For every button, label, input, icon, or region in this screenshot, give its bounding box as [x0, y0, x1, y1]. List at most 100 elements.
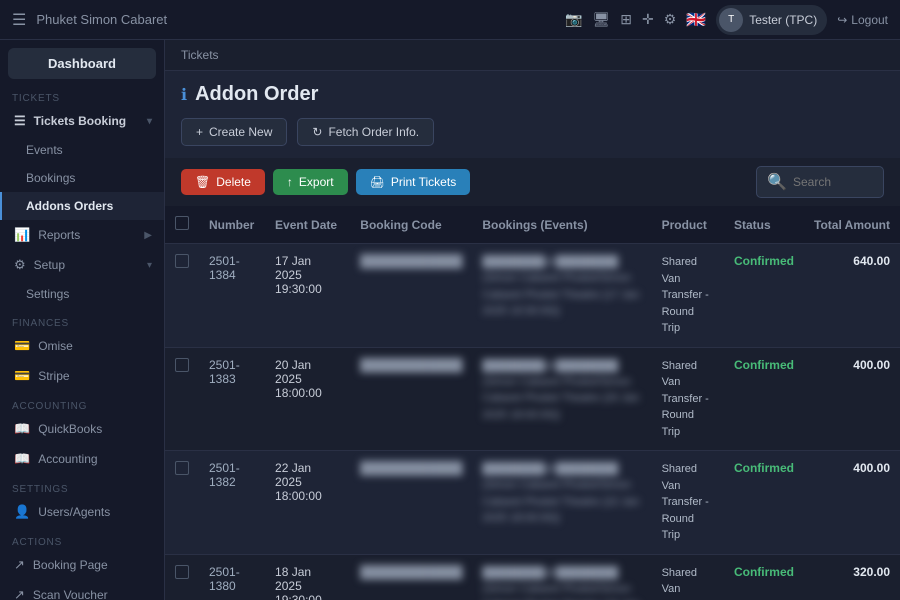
delete-button[interactable]: 🗑 Delete [181, 169, 265, 195]
sidebar-item-reports[interactable]: 📊 Reports ▶ [0, 220, 164, 250]
sidebar-item-bookings[interactable]: Bookings [0, 164, 164, 192]
sidebar-item-users-agents[interactable]: 👤 Users/Agents [0, 497, 164, 527]
row-booking-code: ████████████ [350, 451, 472, 555]
row-event-date: 17 Jan 2025 19:30:00 [265, 244, 350, 348]
users-icon: 👤 [14, 504, 30, 520]
row-total-amount: 320.00 [804, 554, 900, 600]
export-button[interactable]: ↑ Export [273, 169, 348, 195]
monitor-icon[interactable]: 🖥 [592, 11, 610, 28]
settings-icon[interactable]: ⚙ [664, 11, 677, 28]
topbar: ☰ Phuket Simon Cabaret 📷 🖥 ⊞ ✛ ⚙ 🇬🇧 T Te… [0, 0, 900, 40]
row-product: Shared Van Transfer - Round Trip [652, 244, 724, 348]
select-all-checkbox[interactable] [175, 216, 189, 230]
row-checkbox[interactable] [175, 358, 189, 372]
sidebar-item-addons-orders[interactable]: Addons Orders [0, 192, 164, 220]
row-booking-code: ████████████ [350, 347, 472, 451]
action-bar: + Create New ↻ Fetch Order Info. [165, 114, 900, 158]
chevron-icon: ▾ [147, 116, 152, 127]
page-title: Addon Order [195, 83, 318, 106]
search-icon: 🔍 [767, 172, 787, 192]
export-icon: ↑ [287, 175, 293, 189]
layout: Dashboard Tickets ☰ Tickets Booking ▾ Ev… [0, 40, 900, 600]
table-row: 2501-1384 17 Jan 2025 19:30:00 █████████… [165, 244, 900, 348]
row-checkbox[interactable] [175, 254, 189, 268]
sidebar-item-accounting[interactable]: 📖 Accounting [0, 444, 164, 474]
sidebar-item-tickets-booking[interactable]: ☰ Tickets Booking ▾ [0, 106, 164, 136]
row-booking-code: ████████████ [350, 554, 472, 600]
dashboard-button[interactable]: Dashboard [8, 48, 156, 79]
sidebar-item-events[interactable]: Events [0, 136, 164, 164]
camera-icon[interactable]: 📷 [565, 11, 582, 28]
row-checkbox-cell [165, 347, 199, 451]
sidebar-item-quickbooks[interactable]: 📖 QuickBooks [0, 414, 164, 444]
quickbooks-icon: 📖 [14, 421, 30, 437]
main-content: Tickets ℹ Addon Order + Create New ↻ Fet… [165, 40, 900, 600]
refresh-icon: ↻ [312, 125, 322, 139]
row-total-amount: 400.00 [804, 347, 900, 451]
row-number: 2501-1383 [199, 347, 265, 451]
plus-icon: + [196, 125, 203, 139]
header-booking-code: Booking Code [350, 206, 472, 244]
menu-icon[interactable]: ☰ [12, 10, 26, 30]
table-toolbar: 🗑 Delete ↑ Export 🖨 Print Tickets 🔍 [165, 158, 900, 206]
row-number: 2501-1380 [199, 554, 265, 600]
sidebar-item-stripe[interactable]: 💳 Stripe [0, 361, 164, 391]
sidebar-item-scan-voucher[interactable]: ↗ Scan Voucher [0, 580, 164, 600]
row-status: Confirmed [724, 347, 804, 451]
table-container: Number Event Date Booking Code Bookings … [165, 206, 900, 600]
table-row: 2501-1383 20 Jan 2025 18:00:00 █████████… [165, 347, 900, 451]
search-box[interactable]: 🔍 [756, 166, 884, 198]
flag-icon[interactable]: 🇬🇧 [686, 10, 706, 30]
topbar-right: 📷 🖥 ⊞ ✛ ⚙ 🇬🇧 T Tester (TPC) ↪ Logout [565, 5, 888, 35]
row-number: 2501-1384 [199, 244, 265, 348]
setup-icon: ⚙ [14, 257, 26, 273]
header-total-amount: Total Amount [804, 206, 900, 244]
row-total-amount: 400.00 [804, 451, 900, 555]
sidebar-item-setup[interactable]: ⚙ Setup ▾ [0, 250, 164, 280]
print-button[interactable]: 🖨 Print Tickets [356, 169, 471, 195]
sidebar-section-finances: Finances [0, 312, 164, 331]
logout-button[interactable]: ↪ Logout [837, 13, 888, 27]
sidebar-section-actions: Actions [0, 531, 164, 550]
row-status: Confirmed [724, 451, 804, 555]
sidebar-section-tickets: Tickets [0, 87, 164, 106]
row-checkbox-cell [165, 244, 199, 348]
header-bookings-events: Bookings (Events) [472, 206, 651, 244]
grid-icon[interactable]: ⊞ [620, 11, 632, 28]
orders-table: Number Event Date Booking Code Bookings … [165, 206, 900, 600]
sidebar-section-accounting: Accounting [0, 395, 164, 414]
fetch-order-button[interactable]: ↻ Fetch Order Info. [297, 118, 434, 146]
page-header: ℹ Addon Order [165, 71, 900, 114]
user-badge: T Tester (TPC) [716, 5, 827, 35]
reports-icon: 📊 [14, 227, 30, 243]
reports-arrow-icon: ▶ [144, 230, 152, 241]
brand-name: Phuket Simon Cabaret [36, 12, 167, 27]
header-number: Number [199, 206, 265, 244]
row-bookings-events: ████████@████████ (Simon Cabaret Phuket/… [472, 347, 651, 451]
sidebar-item-booking-page[interactable]: ↗ Booking Page [0, 550, 164, 580]
search-input[interactable] [793, 175, 873, 189]
print-icon: 🖨 [370, 175, 385, 189]
row-checkbox-cell [165, 451, 199, 555]
tickets-icon: ☰ [14, 113, 26, 129]
table-row: 2501-1380 18 Jan 2025 19:30:00 █████████… [165, 554, 900, 600]
row-checkbox-cell [165, 554, 199, 600]
row-status: Confirmed [724, 554, 804, 600]
header-checkbox-cell [165, 206, 199, 244]
row-checkbox[interactable] [175, 565, 189, 579]
header-event-date: Event Date [265, 206, 350, 244]
table-header-row: Number Event Date Booking Code Bookings … [165, 206, 900, 244]
row-bookings-events: ████████@████████ (Simon Cabaret Phuket/… [472, 244, 651, 348]
header-status: Status [724, 206, 804, 244]
addon-order-icon: ℹ [181, 85, 187, 105]
sidebar-item-omise[interactable]: 💳 Omise [0, 331, 164, 361]
create-new-button[interactable]: + Create New [181, 118, 287, 146]
user-name: Tester (TPC) [749, 13, 817, 27]
table-row: 2501-1382 22 Jan 2025 18:00:00 █████████… [165, 451, 900, 555]
row-total-amount: 640.00 [804, 244, 900, 348]
row-status: Confirmed [724, 244, 804, 348]
location-icon[interactable]: ✛ [642, 11, 654, 28]
sidebar-item-settings[interactable]: Settings [0, 280, 164, 308]
row-checkbox[interactable] [175, 461, 189, 475]
row-event-date: 22 Jan 2025 18:00:00 [265, 451, 350, 555]
